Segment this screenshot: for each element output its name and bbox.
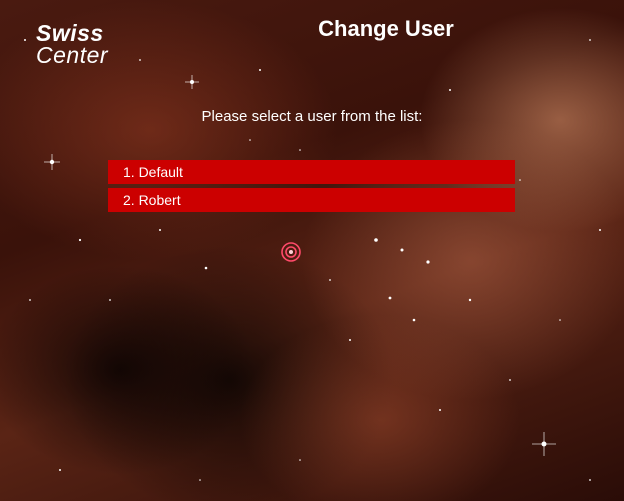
starfield bbox=[24, 39, 601, 481]
user-list: 1. Default 2. Robert bbox=[108, 160, 515, 216]
logo-text-center: Center bbox=[36, 42, 109, 68]
logo-text-swiss: Swiss bbox=[36, 20, 104, 46]
page-title: Change User bbox=[318, 16, 454, 41]
select-user-prompt: Please select a user from the list: bbox=[201, 108, 423, 125]
user-item-robert[interactable]: 2. Robert bbox=[108, 188, 515, 212]
swiss-center-logo: Swiss Center bbox=[36, 20, 109, 68]
user-item-default[interactable]: 1. Default bbox=[108, 160, 515, 184]
